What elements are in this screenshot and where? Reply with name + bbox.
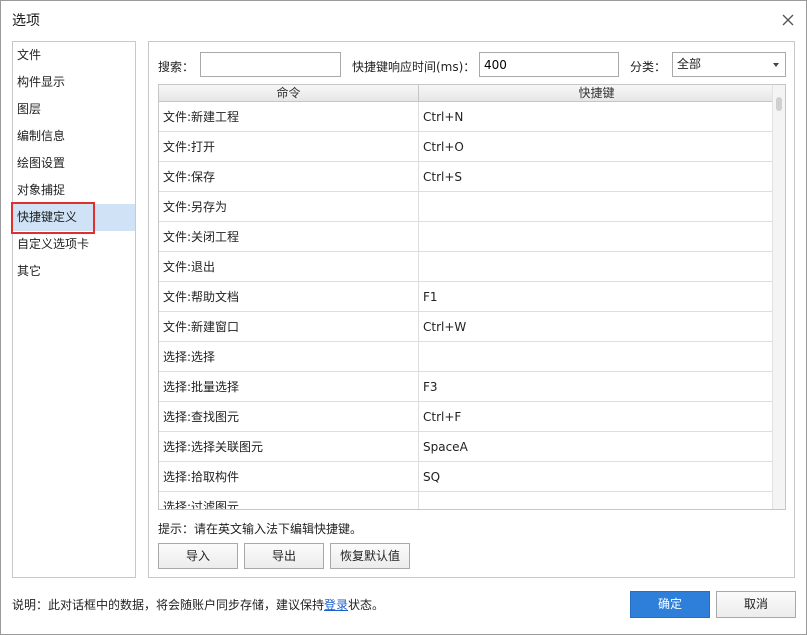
shortcut-cell[interactable] [419,192,774,222]
sidebar-item-shortcut-definition[interactable]: 快捷键定义 [13,204,135,231]
table-row[interactable]: 文件:打开 Ctrl+O [159,132,774,162]
response-time-input[interactable] [479,52,619,77]
command-cell: 文件:打开 [159,132,419,162]
table-row[interactable]: 选择:拾取构件 SQ [159,462,774,492]
table-row[interactable]: 文件:退出 [159,252,774,282]
options-sidebar: 文件 构件显示 图层 编制信息 绘图设置 对象捕捉 快捷键定义 自定义选项卡 其… [12,41,136,578]
shortcut-cell[interactable] [419,222,774,252]
table-row[interactable]: 文件:帮助文档 F1 [159,282,774,312]
column-header-command[interactable]: 命令 [159,85,419,102]
vertical-scrollbar[interactable] [772,85,785,509]
shortcut-cell[interactable]: F1 [419,282,774,312]
search-input[interactable] [200,52,341,77]
command-cell: 选择:过滤图元 [159,492,419,509]
shortcut-cell[interactable]: SQ [419,462,774,492]
sidebar-item-component-display[interactable]: 构件显示 [13,69,135,96]
table-row[interactable]: 选择:批量选择 F3 [159,372,774,402]
login-link[interactable]: 登录 [324,598,348,612]
command-cell: 选择:拾取构件 [159,462,419,492]
shortcut-cell[interactable]: SpaceA [419,432,774,462]
table-row[interactable]: 文件:另存为 [159,192,774,222]
cancel-button[interactable]: 取消 [716,591,796,618]
command-cell: 文件:关闭工程 [159,222,419,252]
export-button[interactable]: 导出 [244,543,324,569]
hint-text: 提示：请在英文输入法下编辑快捷键。 [158,522,363,536]
table-row[interactable]: 选择:查找图元 Ctrl+F [159,402,774,432]
shortcut-cell[interactable]: Ctrl+W [419,312,774,342]
shortcut-table: 命令 快捷键 文件:新建工程 Ctrl+N 文件:打开 Ctrl+O 文件:保存 Ctrl… [158,84,786,510]
footer-note-prefix: 说明：此对话框中的数据，将会随账户同步存储，建议保持 [12,598,325,612]
sidebar-item-compile-info[interactable]: 编制信息 [13,123,135,150]
table-row[interactable]: 选择:选择关联图元 SpaceA [159,432,774,462]
shortcut-cell[interactable] [419,342,774,372]
dialog-title: 选项 [12,13,40,29]
table-body: 文件:新建工程 Ctrl+N 文件:打开 Ctrl+O 文件:保存 Ctrl+S 文件:另存… [159,102,774,509]
command-cell: 文件:帮助文档 [159,282,419,312]
options-dialog: 选项 文件 构件显示 图层 编制信息 绘图设置 对象捕捉 快捷键定义 自定义选项… [0,0,807,635]
shortcut-cell[interactable]: Ctrl+S [419,162,774,192]
shortcut-cell[interactable] [419,252,774,282]
command-cell: 文件:另存为 [159,192,419,222]
sidebar-item-custom-tabs[interactable]: 自定义选项卡 [13,231,135,258]
table-row[interactable]: 文件:新建窗口 Ctrl+W [159,312,774,342]
chevron-down-icon [773,63,779,67]
shortcut-panel: 搜索： 快捷键响应时间(ms)： 分类： 全部 命令 快捷键 文件:新建工程Ct… [148,41,795,578]
sidebar-item-drawing-settings[interactable]: 绘图设置 [13,150,135,177]
import-button[interactable]: 导入 [158,543,238,569]
command-cell: 选择:查找图元 [159,402,419,432]
shortcut-cell[interactable]: Ctrl+N [419,102,774,132]
shortcut-cell[interactable] [419,492,774,509]
table-row[interactable]: 文件:新建工程 Ctrl+N [159,102,774,132]
search-label: 搜索： [158,60,195,74]
category-select[interactable]: 全部 [672,52,786,77]
column-header-shortcut[interactable]: 快捷键 [419,85,774,102]
table-row[interactable]: 文件:保存 Ctrl+S [159,162,774,192]
close-icon[interactable] [780,12,796,28]
sidebar-item-other[interactable]: 其它 [13,258,135,285]
category-select-value: 全部 [677,57,702,71]
command-cell: 选择:选择 [159,342,419,372]
response-time-label: 快捷键响应时间(ms)： [352,60,476,74]
shortcut-cell[interactable]: F3 [419,372,774,402]
reset-defaults-button[interactable]: 恢复默认值 [330,543,410,569]
shortcut-cell[interactable]: Ctrl+F [419,402,774,432]
title-bar: 选项 [1,1,806,39]
table-row[interactable]: 选择:选择 [159,342,774,372]
command-cell: 文件:新建工程 [159,102,419,132]
table-header: 命令 快捷键 [159,85,774,102]
ok-button[interactable]: 确定 [630,591,710,618]
sidebar-item-layers[interactable]: 图层 [13,96,135,123]
command-cell: 文件:新建窗口 [159,312,419,342]
table-row[interactable]: 选择:过滤图元 [159,492,774,509]
command-cell: 文件:保存 [159,162,419,192]
category-label: 分类： [630,60,667,74]
table-row[interactable]: 文件:关闭工程 [159,222,774,252]
footer-note: 说明：此对话框中的数据，将会随账户同步存储，建议保持登录状态。 [12,596,384,613]
footer-note-suffix: 状态。 [348,598,385,612]
command-cell: 选择:批量选择 [159,372,419,402]
command-cell: 选择:选择关联图元 [159,432,419,462]
shortcut-cell[interactable]: Ctrl+O [419,132,774,162]
sidebar-item-file[interactable]: 文件 [13,42,135,69]
scrollbar-thumb[interactable] [776,97,782,111]
sidebar-item-object-snap[interactable]: 对象捕捉 [13,177,135,204]
command-cell: 文件:退出 [159,252,419,282]
